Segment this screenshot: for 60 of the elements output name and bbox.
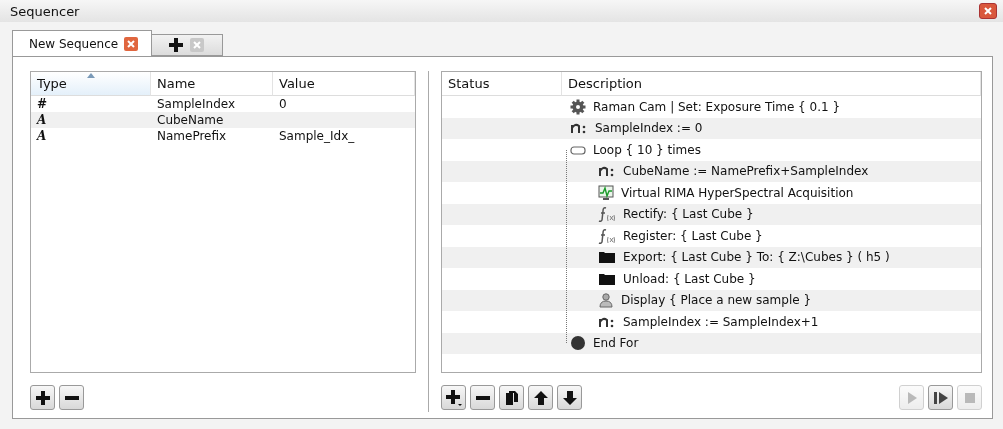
close-icon <box>193 41 201 49</box>
column-header[interactable]: Status <box>442 72 562 96</box>
tab-close-button[interactable] <box>124 36 139 51</box>
column-header[interactable]: Name <box>151 72 273 96</box>
step-description[interactable]: Raman Cam | Set: Exposure Time { 0.1 } <box>593 99 841 114</box>
table-cell-text: # <box>36 97 49 111</box>
step-description[interactable]: Register: { Last Cube } <box>623 228 763 243</box>
step-description[interactable]: Virtual RIMA HyperSpectral Acquisition <box>621 185 854 200</box>
table-cell-text: A <box>35 113 48 127</box>
add-button[interactable] <box>30 385 55 410</box>
table-cell-text: Sample_Idx_ <box>278 129 356 143</box>
column-header[interactable]: Type <box>31 72 151 96</box>
sort-icon <box>87 73 95 78</box>
function-icon <box>598 206 616 223</box>
folder-icon <box>598 250 616 265</box>
plus-icon <box>34 389 51 406</box>
remove-button[interactable] <box>470 385 495 410</box>
end-icon <box>570 335 586 352</box>
step-description[interactable]: SampleIndex := 0 <box>595 121 703 136</box>
table-cell-text: 0 <box>278 97 288 111</box>
tab[interactable] <box>151 34 223 56</box>
table-cell-text: CubeName <box>156 113 225 127</box>
add-button[interactable] <box>441 385 466 410</box>
window-title: Sequencer <box>10 3 80 19</box>
copy-icon <box>503 389 520 406</box>
step-description[interactable]: End For <box>593 336 639 351</box>
variable-icon <box>598 165 616 178</box>
close-icon <box>127 39 136 48</box>
variable-icon <box>570 122 588 135</box>
plus-icon <box>168 37 184 53</box>
folder-icon <box>598 271 616 286</box>
column-header[interactable]: Description <box>562 72 981 96</box>
step-description[interactable]: Rectify: { Last Cube } <box>623 207 754 222</box>
step-button[interactable] <box>928 385 953 410</box>
monitor-icon <box>598 184 614 201</box>
stop-icon <box>963 391 976 404</box>
step-description[interactable]: Loop { 10 } times <box>593 142 701 157</box>
plus-icon <box>444 388 463 407</box>
close-button[interactable] <box>979 3 997 19</box>
minus-icon <box>64 395 79 400</box>
table-cell-text: NamePrefix <box>156 129 228 143</box>
down-arrow-icon <box>561 389 578 406</box>
step-icon <box>932 390 949 405</box>
person-icon <box>598 292 614 309</box>
remove-button[interactable] <box>59 385 84 410</box>
up-arrow-icon <box>532 389 549 406</box>
minus-icon <box>475 395 490 400</box>
move-down-button[interactable] <box>557 385 582 410</box>
table-cell-text: SampleIndex <box>156 97 237 111</box>
step-description[interactable]: SampleIndex := SampleIndex+1 <box>623 314 819 329</box>
step-description[interactable]: Unload: { Last Cube } <box>623 271 756 286</box>
table-cell-text: A <box>35 129 48 143</box>
close-icon <box>984 7 992 15</box>
variable-icon <box>598 315 616 328</box>
tab[interactable]: New Sequence <box>12 30 152 56</box>
function-icon <box>598 227 616 244</box>
move-up-button[interactable] <box>528 385 553 410</box>
loop-icon <box>570 144 586 155</box>
column-header[interactable]: Value <box>273 72 415 96</box>
copy-button[interactable] <box>499 385 524 410</box>
